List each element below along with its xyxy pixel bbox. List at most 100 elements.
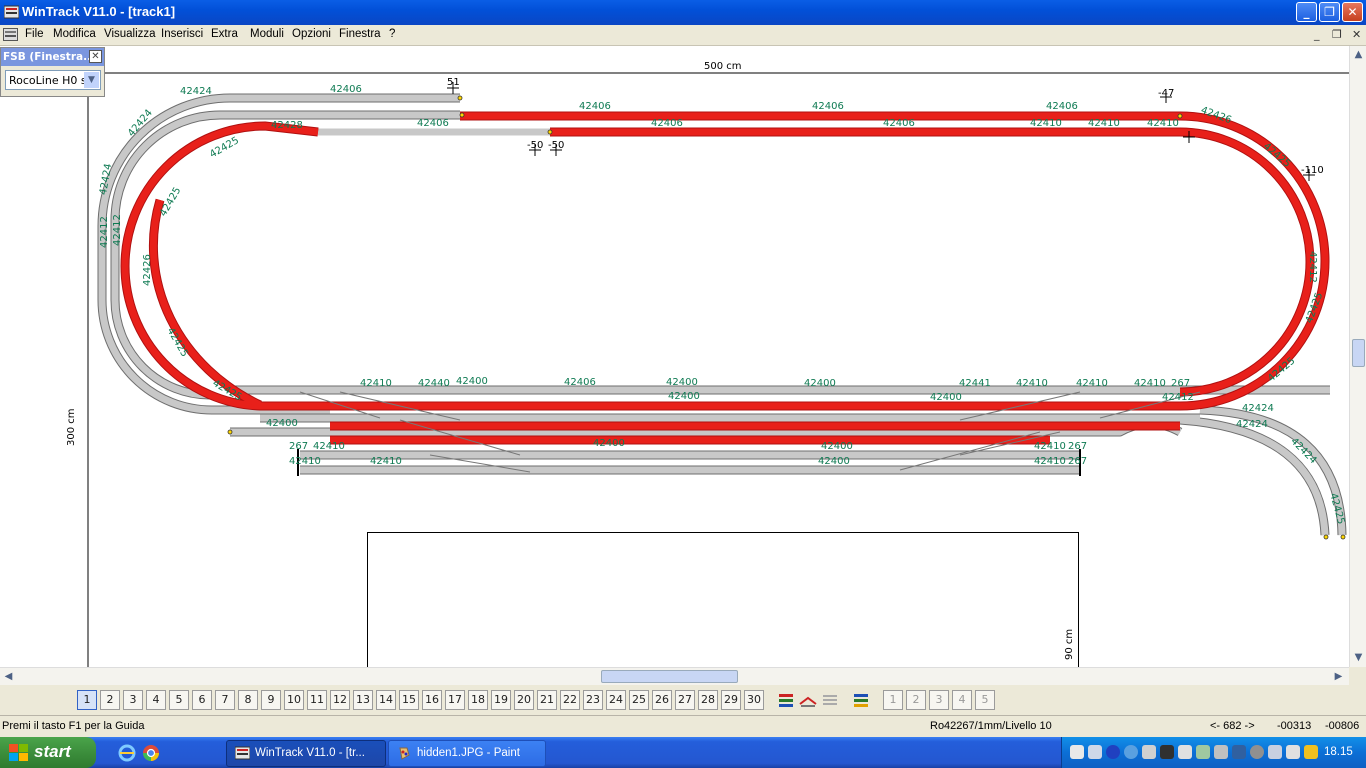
layer-button-5[interactable]: 5 xyxy=(169,690,189,710)
track-label[interactable]: 42400 xyxy=(821,441,853,452)
track-label[interactable]: 42440 xyxy=(418,378,450,389)
horizontal-scrollbar[interactable]: ◀ ▶ xyxy=(0,667,1349,685)
volume-icon[interactable] xyxy=(1214,745,1228,759)
layer-button-24[interactable]: 24 xyxy=(606,690,626,710)
track-label[interactable]: 42412 xyxy=(112,214,123,246)
scroll-down-icon[interactable]: ▼ xyxy=(1351,650,1366,665)
layer-button-29[interactable]: 29 xyxy=(721,690,741,710)
menu-file[interactable]: File xyxy=(25,28,44,40)
library-select[interactable]: RocoLine H0 se ▼ xyxy=(5,70,101,90)
start-button[interactable]: start xyxy=(0,737,96,768)
track-drawing[interactable] xyxy=(0,46,1349,667)
fsb-window[interactable]: FSB (Finestra... ✕ RocoLine H0 se ▼ xyxy=(0,47,105,97)
taskbar-item-wintrack[interactable]: WinTrack V11.0 - [tr... xyxy=(226,740,386,767)
wifi-icon[interactable] xyxy=(1196,745,1210,759)
layer-button-18[interactable]: 18 xyxy=(468,690,488,710)
track-label[interactable]: 42406 xyxy=(330,84,362,95)
track-label[interactable]: 42406 xyxy=(417,118,449,129)
layer-button-7[interactable]: 7 xyxy=(215,690,235,710)
track-canvas[interactable]: 500 cm 300 cm 90 cm 51 -47 -50 -50 -110 … xyxy=(0,46,1349,667)
track-label[interactable]: 42410 xyxy=(1088,118,1120,129)
track-label[interactable]: 42410 xyxy=(1147,118,1179,129)
module-button-5[interactable]: 5 xyxy=(975,690,995,710)
track-label[interactable]: 42410 xyxy=(1034,441,1066,452)
track-label[interactable]: 42400 xyxy=(666,377,698,388)
track-label[interactable]: 42412 xyxy=(1307,251,1318,283)
scroll-right-icon[interactable]: ▶ xyxy=(1331,669,1346,684)
track-label[interactable]: 42424 xyxy=(1242,403,1274,414)
track-label[interactable]: 42410 xyxy=(1030,118,1062,129)
track-label[interactable]: 42410 xyxy=(360,378,392,389)
menu-inserisci[interactable]: Inserisci xyxy=(161,28,203,40)
track-label[interactable]: 42410 xyxy=(1016,378,1048,389)
taskbar-item-paint[interactable]: hidden1.JPG - Paint xyxy=(388,740,546,767)
layer-button-16[interactable]: 16 xyxy=(422,690,442,710)
track-label[interactable]: 42406 xyxy=(579,101,611,112)
mdi-restore-icon[interactable]: ❐ xyxy=(1332,28,1342,41)
layer-button-15[interactable]: 15 xyxy=(399,690,419,710)
layer-button-19[interactable]: 19 xyxy=(491,690,511,710)
module-button-2[interactable]: 2 xyxy=(906,690,926,710)
update-icon[interactable] xyxy=(1250,745,1264,759)
track-label[interactable]: 42406 xyxy=(564,377,596,388)
track-label[interactable]: 42441 xyxy=(959,378,991,389)
taskbar-clock[interactable]: 18.15 xyxy=(1324,746,1353,758)
layer-button-3[interactable]: 3 xyxy=(123,690,143,710)
layer-button-23[interactable]: 23 xyxy=(583,690,603,710)
track-label[interactable]: 42426 xyxy=(142,254,153,286)
layer-button-6[interactable]: 6 xyxy=(192,690,212,710)
layer-button-12[interactable]: 12 xyxy=(330,690,350,710)
vertical-scroll-thumb[interactable] xyxy=(1352,339,1365,367)
scroll-up-icon[interactable]: ▲ xyxy=(1351,47,1366,62)
layer-button-27[interactable]: 27 xyxy=(675,690,695,710)
track-label[interactable]: 42400 xyxy=(804,378,836,389)
track-label[interactable]: 42400 xyxy=(593,438,625,449)
track-label[interactable]: 42400 xyxy=(266,418,298,429)
layer-hide-icon[interactable] xyxy=(798,690,818,710)
bluetooth-icon[interactable] xyxy=(1106,745,1120,759)
track-label[interactable]: 42410 xyxy=(1034,456,1066,467)
track-label[interactable]: 42400 xyxy=(930,392,962,403)
track-label[interactable]: 42424 xyxy=(180,86,212,97)
menu-extra[interactable]: Extra xyxy=(211,28,238,40)
track-label[interactable]: 42428 xyxy=(271,120,303,131)
module-button-3[interactable]: 3 xyxy=(929,690,949,710)
layer-button-30[interactable]: 30 xyxy=(744,690,764,710)
menu-modifica[interactable]: Modifica xyxy=(53,28,96,40)
track-label[interactable]: 42406 xyxy=(812,101,844,112)
device-icon[interactable] xyxy=(1232,745,1246,759)
phone-icon[interactable] xyxy=(1268,745,1282,759)
track-label[interactable]: 42406 xyxy=(651,118,683,129)
chrome-icon[interactable] xyxy=(142,744,160,762)
layer-button-22[interactable]: 22 xyxy=(560,690,580,710)
minimize-button[interactable]: _ xyxy=(1296,2,1317,22)
layers-stack-icon[interactable] xyxy=(776,690,796,710)
layer-button-26[interactable]: 26 xyxy=(652,690,672,710)
track-label[interactable]: 42400 xyxy=(456,376,488,387)
safely-remove-icon[interactable] xyxy=(1088,745,1102,759)
security-shield-icon[interactable] xyxy=(1304,745,1318,759)
wintrack-app-icon[interactable] xyxy=(4,5,19,19)
power-icon[interactable] xyxy=(1286,745,1300,759)
track-label[interactable]: 267 xyxy=(1171,378,1190,389)
layer-button-1[interactable]: 1 xyxy=(77,690,97,710)
layer-button-9[interactable]: 9 xyxy=(261,690,281,710)
layer-button-28[interactable]: 28 xyxy=(698,690,718,710)
layer-button-17[interactable]: 17 xyxy=(445,690,465,710)
layer-button-13[interactable]: 13 xyxy=(353,690,373,710)
track-label[interactable]: 42410 xyxy=(1134,378,1166,389)
track-label[interactable]: 42410 xyxy=(370,456,402,467)
network-icon[interactable] xyxy=(1070,745,1084,759)
menu-visualizza[interactable]: Visualizza xyxy=(104,28,156,40)
track-label[interactable]: 42412 xyxy=(99,216,110,248)
mdi-close-icon[interactable]: ✕ xyxy=(1352,28,1361,41)
internet-explorer-icon[interactable] xyxy=(118,744,136,762)
scroll-left-icon[interactable]: ◀ xyxy=(1,669,16,684)
chevron-down-icon[interactable]: ▼ xyxy=(84,72,99,88)
layer-button-10[interactable]: 10 xyxy=(284,690,304,710)
layer-button-2[interactable]: 2 xyxy=(100,690,120,710)
module-layers-icon[interactable] xyxy=(851,690,871,710)
layer-button-14[interactable]: 14 xyxy=(376,690,396,710)
mdi-minimize-icon[interactable]: _ xyxy=(1314,28,1320,41)
track-label[interactable]: 42410 xyxy=(1076,378,1108,389)
